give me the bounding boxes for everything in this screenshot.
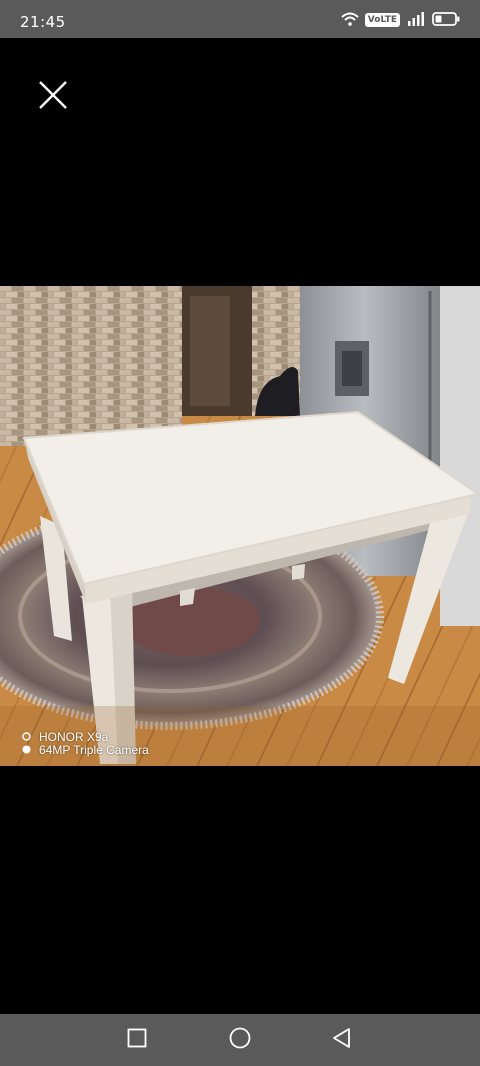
status-time: 21:45 — [20, 13, 66, 31]
camera-watermark: HONOR X9a 64MP Triple Camera — [22, 731, 149, 757]
volte-badge: VoLTE — [364, 13, 400, 27]
watermark-dot-icon — [22, 744, 31, 757]
close-button[interactable] — [30, 74, 76, 120]
image-viewer: HONOR X9a 64MP Triple Camera — [0, 38, 480, 1014]
watermark-ring-icon — [22, 731, 31, 744]
status-bar: 21:45 VoLTE — [0, 0, 480, 38]
watermark-camera: 64MP Triple Camera — [39, 743, 149, 757]
back-button[interactable] — [328, 1026, 356, 1054]
recents-button[interactable] — [123, 1026, 151, 1054]
home-circle-icon — [229, 1027, 251, 1053]
table-photo[interactable] — [0, 286, 480, 766]
home-button[interactable] — [226, 1026, 254, 1054]
recents-square-icon — [127, 1028, 147, 1052]
wifi-icon — [341, 11, 359, 30]
status-icons: VoLTE — [341, 10, 460, 30]
navigation-bar — [0, 1014, 480, 1066]
watermark-line-2: 64MP Triple Camera — [22, 744, 149, 757]
back-triangle-icon — [332, 1027, 352, 1053]
table-photo-drawing — [0, 286, 480, 766]
close-icon — [38, 80, 68, 114]
signal-icon — [406, 11, 426, 30]
battery-icon — [432, 11, 460, 30]
